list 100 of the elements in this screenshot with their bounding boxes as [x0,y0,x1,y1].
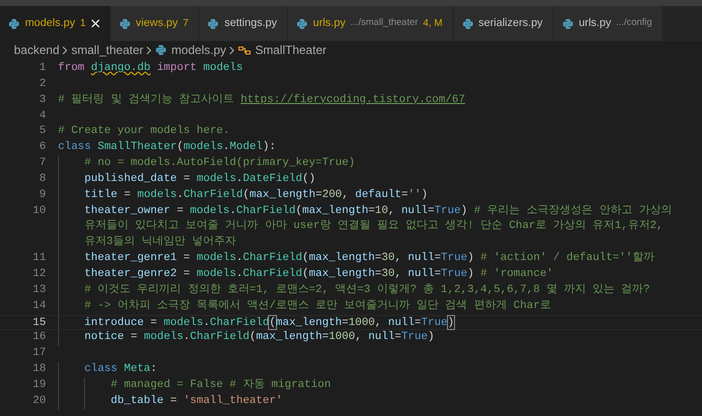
code-token: models [137,188,177,203]
breadcrumb-item[interactable]: SmallTheater [238,41,326,59]
editor-tab[interactable]: urls.py .../small_theater 4, M [288,6,454,41]
editor-tab[interactable]: urls.py .../config [554,6,664,41]
breadcrumb-item[interactable]: backend [14,41,60,59]
code-token: : [150,362,158,378]
breadcrumb-item[interactable]: models.py [155,41,226,59]
code-token: True [440,266,468,282]
code-token: ) [467,251,475,266]
problem-count: 4, M [423,17,442,31]
code-token: models [190,204,230,219]
code-token: = [374,251,382,266]
code-token: . [236,251,243,266]
code-token: ( [302,251,309,266]
line-number: 3 [38,92,46,108]
editor-tab[interactable]: serializers.py [454,6,554,41]
code-token: # 이것도 우리끼리 정의한 호러=1, 로맨스=2, 액션=3 이렇게? 총 1,2,3,4,5,6,7,8 몇 까지 있는 걸까? [84,282,650,298]
code-token: ( [176,140,184,156]
code-token: SmallTheater [98,140,177,156]
tab-path: .../small_theater [350,16,418,30]
python-file-icon [562,18,574,30]
close-icon[interactable] [90,19,100,28]
code-token: theater_genre1 [84,251,177,266]
code-token: = [401,188,408,203]
code-token: ) [448,316,454,330]
breadcrumb-item[interactable]: small_theater [71,41,144,59]
line-number: 1 [38,61,46,76]
code-token: = [414,316,422,330]
chevron-right-icon [62,46,68,54]
code-token: , [388,204,396,219]
line-number: 13 [32,282,46,298]
code-token: # 우리는 소극장생성은 안하고 가상의 [474,204,672,219]
code-token: True [421,316,448,330]
code-token: theater_owner [84,204,170,219]
code-token: null [408,251,434,266]
code-token: = [322,330,329,346]
code-token: # 'action' / default=''할까 [480,251,654,266]
code-token: class [84,362,118,378]
code-token: = [315,188,322,203]
code-token: ) [467,266,475,282]
line-number: 20 [32,394,46,409]
code-token: CharField [183,188,243,203]
editor-tab[interactable]: settings.py [199,6,288,41]
code-token: models [183,140,224,156]
code-token: = [368,204,375,219]
code-token: ) [460,204,468,219]
code-token: , [374,316,383,330]
code-token: = [428,204,434,219]
code-token: = [342,316,348,330]
code-token: , [342,188,350,203]
code-token: = [374,266,382,282]
code-token: 유저들이 있다치고 보여줄 거니까 아마 user랑 연결될 필요 없다고 생각! 단순 Char로 가상의 유저1,유저2, [84,219,664,234]
code-token: . [236,172,243,187]
line-number: 16 [32,330,46,346]
code-token: ) [421,188,428,203]
code-token: class [58,140,92,156]
code-token: ) [428,330,434,346]
line-number: 17 [32,346,46,362]
code-token: max_length [308,251,375,266]
code-token: ): [262,140,276,156]
code-token: # Create your models here. [58,124,230,140]
code-token: import [156,61,198,76]
code-token: = [394,330,402,346]
python-file-icon [8,18,20,30]
python-file-icon [155,44,168,56]
code-token: models [164,316,204,330]
code-token: '' [408,188,422,203]
code-token: introduce [84,316,144,330]
code-token: ( [242,188,250,203]
code-token: = [182,251,192,266]
line-number: 14 [32,298,46,314]
code-token: null [408,266,434,282]
code-token: . [183,330,190,346]
tab-label: urls.py [313,16,346,32]
tab-label: serializers.py [478,16,543,32]
editor-tab[interactable]: views.py 7 [110,6,200,41]
code-token: True [401,330,428,346]
tab-label: urls.py [578,16,612,32]
tab-label: views.py [136,16,178,32]
code-token: 1000 [328,330,356,346]
line-number: 4 [38,108,46,124]
problem-count: 7 [182,17,188,31]
code-token: 1000 [348,316,375,330]
line-number: 18 [32,362,46,378]
code-token: # managed = False # 자동 migration [110,378,331,393]
code-token: # no = models.AutoField(primary_key=True) [84,156,356,172]
python-file-icon [462,18,474,30]
code-token: null [368,330,395,346]
code-token: models [203,61,243,76]
line-number: 8 [38,172,46,187]
editor-tab[interactable]: models.py 1 [0,6,111,41]
tab-label: models.py [25,16,76,32]
code-token: 10 [374,204,388,219]
code-token: published_date [84,172,177,187]
code-token: # 필터링 및 검색기능 참고사이트 [58,92,236,108]
code-token: null [401,204,428,219]
line-number: 10 [32,204,46,219]
chevron-right-icon [146,46,152,54]
code-token: max_length [276,316,342,330]
code-token: Meta [124,362,150,378]
